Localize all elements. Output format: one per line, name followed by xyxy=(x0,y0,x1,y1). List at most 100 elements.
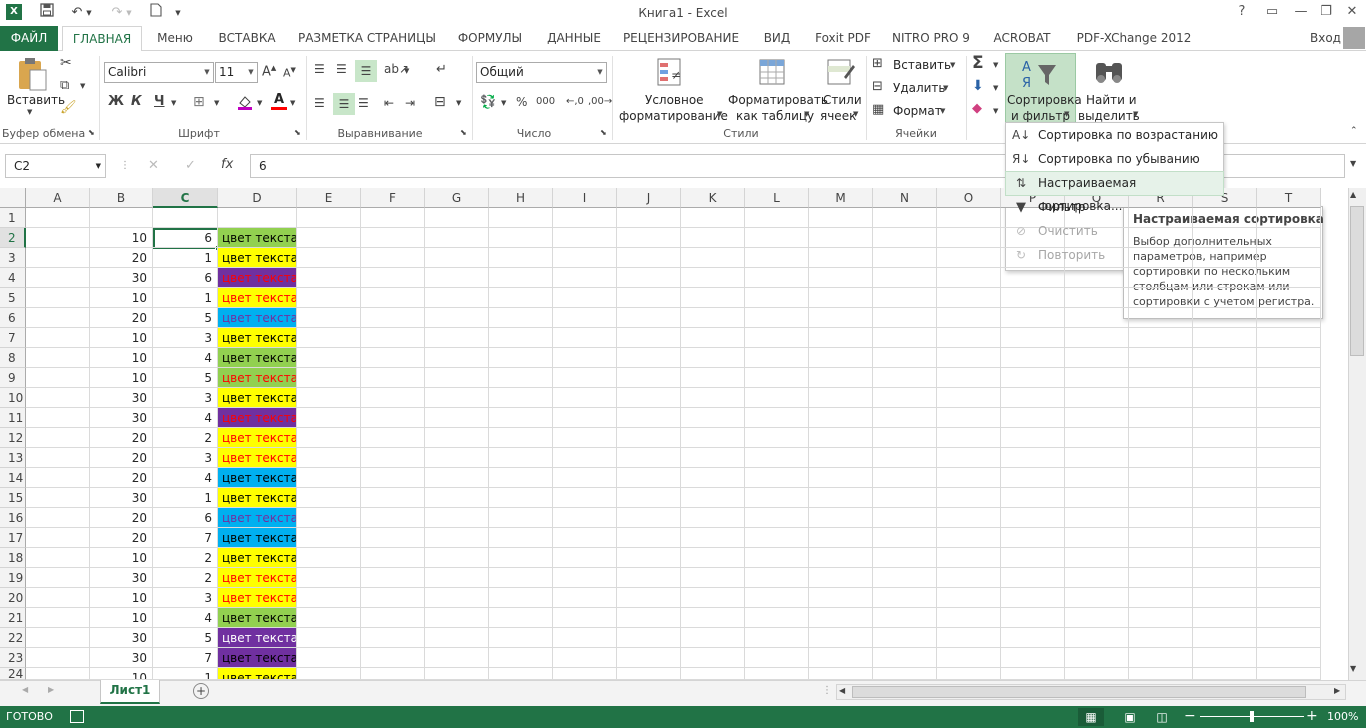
align-top-icon[interactable]: ☰ xyxy=(314,62,325,76)
grid-cell[interactable] xyxy=(1193,508,1257,528)
grid-cell[interactable] xyxy=(297,648,361,668)
grid-cell[interactable] xyxy=(26,528,90,548)
row-header[interactable]: 24 xyxy=(0,668,26,680)
grid-cell[interactable] xyxy=(617,288,681,308)
format-as-table-label-1[interactable]: Форматировать xyxy=(728,93,828,107)
grid-cell[interactable] xyxy=(873,528,937,548)
grid-cell[interactable] xyxy=(1257,608,1321,628)
grid-cell[interactable] xyxy=(1257,368,1321,388)
cell-value[interactable]: 1 xyxy=(153,488,218,508)
grid-cell[interactable] xyxy=(1001,408,1065,428)
grid-cell[interactable] xyxy=(361,268,425,288)
grid-cell[interactable] xyxy=(1193,548,1257,568)
grid-cell[interactable] xyxy=(937,348,1001,368)
grid-cell[interactable] xyxy=(361,208,425,228)
grid-cell[interactable] xyxy=(617,388,681,408)
grid-cell[interactable] xyxy=(745,328,809,348)
save-icon[interactable] xyxy=(36,3,58,23)
grid-cell[interactable] xyxy=(1001,568,1065,588)
grid-cell[interactable] xyxy=(26,388,90,408)
accounting-format-icon[interactable]: 💱 xyxy=(480,95,496,110)
grid-cell[interactable] xyxy=(1065,368,1129,388)
font-launcher-icon[interactable]: ⬊ xyxy=(294,128,301,137)
grid-cell[interactable] xyxy=(26,648,90,668)
grid-cell[interactable] xyxy=(489,488,553,508)
cell-value[interactable]: 10 xyxy=(90,608,153,628)
grid-cell[interactable] xyxy=(425,628,489,648)
grid-cell[interactable] xyxy=(617,328,681,348)
cell-value[interactable]: 20 xyxy=(90,248,153,268)
grid-cell[interactable] xyxy=(1129,348,1193,368)
tab-pdf-xchange[interactable]: PDF-XChange 2012 xyxy=(1068,26,1200,51)
grid-cell[interactable] xyxy=(1001,608,1065,628)
grid-cell[interactable] xyxy=(937,248,1001,268)
grid-cell[interactable] xyxy=(1129,608,1193,628)
cell-value[interactable]: 5 xyxy=(153,368,218,388)
cell-value[interactable]: 10 xyxy=(90,588,153,608)
grid-cell[interactable] xyxy=(489,628,553,648)
grid-cell[interactable] xyxy=(361,308,425,328)
grid-cell[interactable] xyxy=(617,468,681,488)
grid-cell[interactable] xyxy=(1129,528,1193,548)
grid-cell[interactable] xyxy=(1001,328,1065,348)
grid-cell[interactable] xyxy=(297,568,361,588)
grid-cell[interactable] xyxy=(553,468,617,488)
grid-cell[interactable] xyxy=(553,308,617,328)
cell-value[interactable]: 1 xyxy=(153,248,218,268)
grid-cell[interactable] xyxy=(297,508,361,528)
grid-cell[interactable] xyxy=(489,548,553,568)
grid-cell[interactable] xyxy=(873,388,937,408)
grid-cell[interactable] xyxy=(425,468,489,488)
grid-cell[interactable] xyxy=(809,448,873,468)
grid-cell[interactable] xyxy=(937,368,1001,388)
cell-value[interactable]: 30 xyxy=(90,568,153,588)
grid-cell[interactable] xyxy=(1129,588,1193,608)
find-select-dropdown-icon[interactable]: ▼ xyxy=(1133,110,1138,118)
grid-cell[interactable] xyxy=(553,328,617,348)
grid-cell[interactable] xyxy=(1065,528,1129,548)
grid-cell[interactable] xyxy=(809,488,873,508)
cancel-icon[interactable]: ✕ xyxy=(148,158,159,173)
colored-text-cell[interactable]: цвет текста xyxy=(218,588,297,608)
grid-cell[interactable] xyxy=(425,488,489,508)
grid-cell[interactable] xyxy=(1193,328,1257,348)
format-as-table-label-2[interactable]: как таблицу xyxy=(736,109,814,123)
borders-dropdown-icon[interactable]: ▼ xyxy=(214,99,219,107)
grid-cell[interactable] xyxy=(553,648,617,668)
cell-value[interactable]: 3 xyxy=(153,448,218,468)
grid-cell[interactable] xyxy=(873,348,937,368)
grid-cell[interactable] xyxy=(489,328,553,348)
row-header[interactable]: 15 xyxy=(0,488,26,508)
grid-cell[interactable] xyxy=(489,408,553,428)
grid-cell[interactable] xyxy=(489,388,553,408)
grid-cell[interactable] xyxy=(361,248,425,268)
normal-view-icon[interactable]: ▦ xyxy=(1078,708,1104,726)
grid-cell[interactable] xyxy=(873,228,937,248)
cell-styles-label-2[interactable]: ячеек xyxy=(820,109,856,123)
grid-cell[interactable] xyxy=(1257,388,1321,408)
grid-cell[interactable] xyxy=(489,568,553,588)
grid-cell[interactable] xyxy=(553,368,617,388)
grid-cell[interactable] xyxy=(297,408,361,428)
grid-cell[interactable] xyxy=(361,288,425,308)
grid-cell[interactable] xyxy=(361,508,425,528)
grid-cell[interactable] xyxy=(1193,348,1257,368)
grid-cell[interactable] xyxy=(361,228,425,248)
grid-cell[interactable] xyxy=(553,248,617,268)
colored-text-cell[interactable]: цвет текста xyxy=(218,268,297,288)
grid-cell[interactable] xyxy=(873,208,937,228)
grid-cell[interactable] xyxy=(361,408,425,428)
row-header[interactable]: 23 xyxy=(0,648,26,668)
grid-cell[interactable] xyxy=(297,628,361,648)
cell-value[interactable]: 30 xyxy=(90,488,153,508)
column-header[interactable]: J xyxy=(617,188,681,208)
grid-cell[interactable] xyxy=(809,328,873,348)
grid-cell[interactable] xyxy=(873,628,937,648)
grid-cell[interactable] xyxy=(1193,308,1257,328)
font-name-combo[interactable]: Calibri ▼ xyxy=(104,62,214,83)
grid-cell[interactable] xyxy=(1065,328,1129,348)
grid-cell[interactable] xyxy=(617,348,681,368)
grid-cell[interactable] xyxy=(1129,328,1193,348)
colored-text-cell[interactable]: цвет текста xyxy=(218,288,297,308)
grid-cell[interactable] xyxy=(681,468,745,488)
